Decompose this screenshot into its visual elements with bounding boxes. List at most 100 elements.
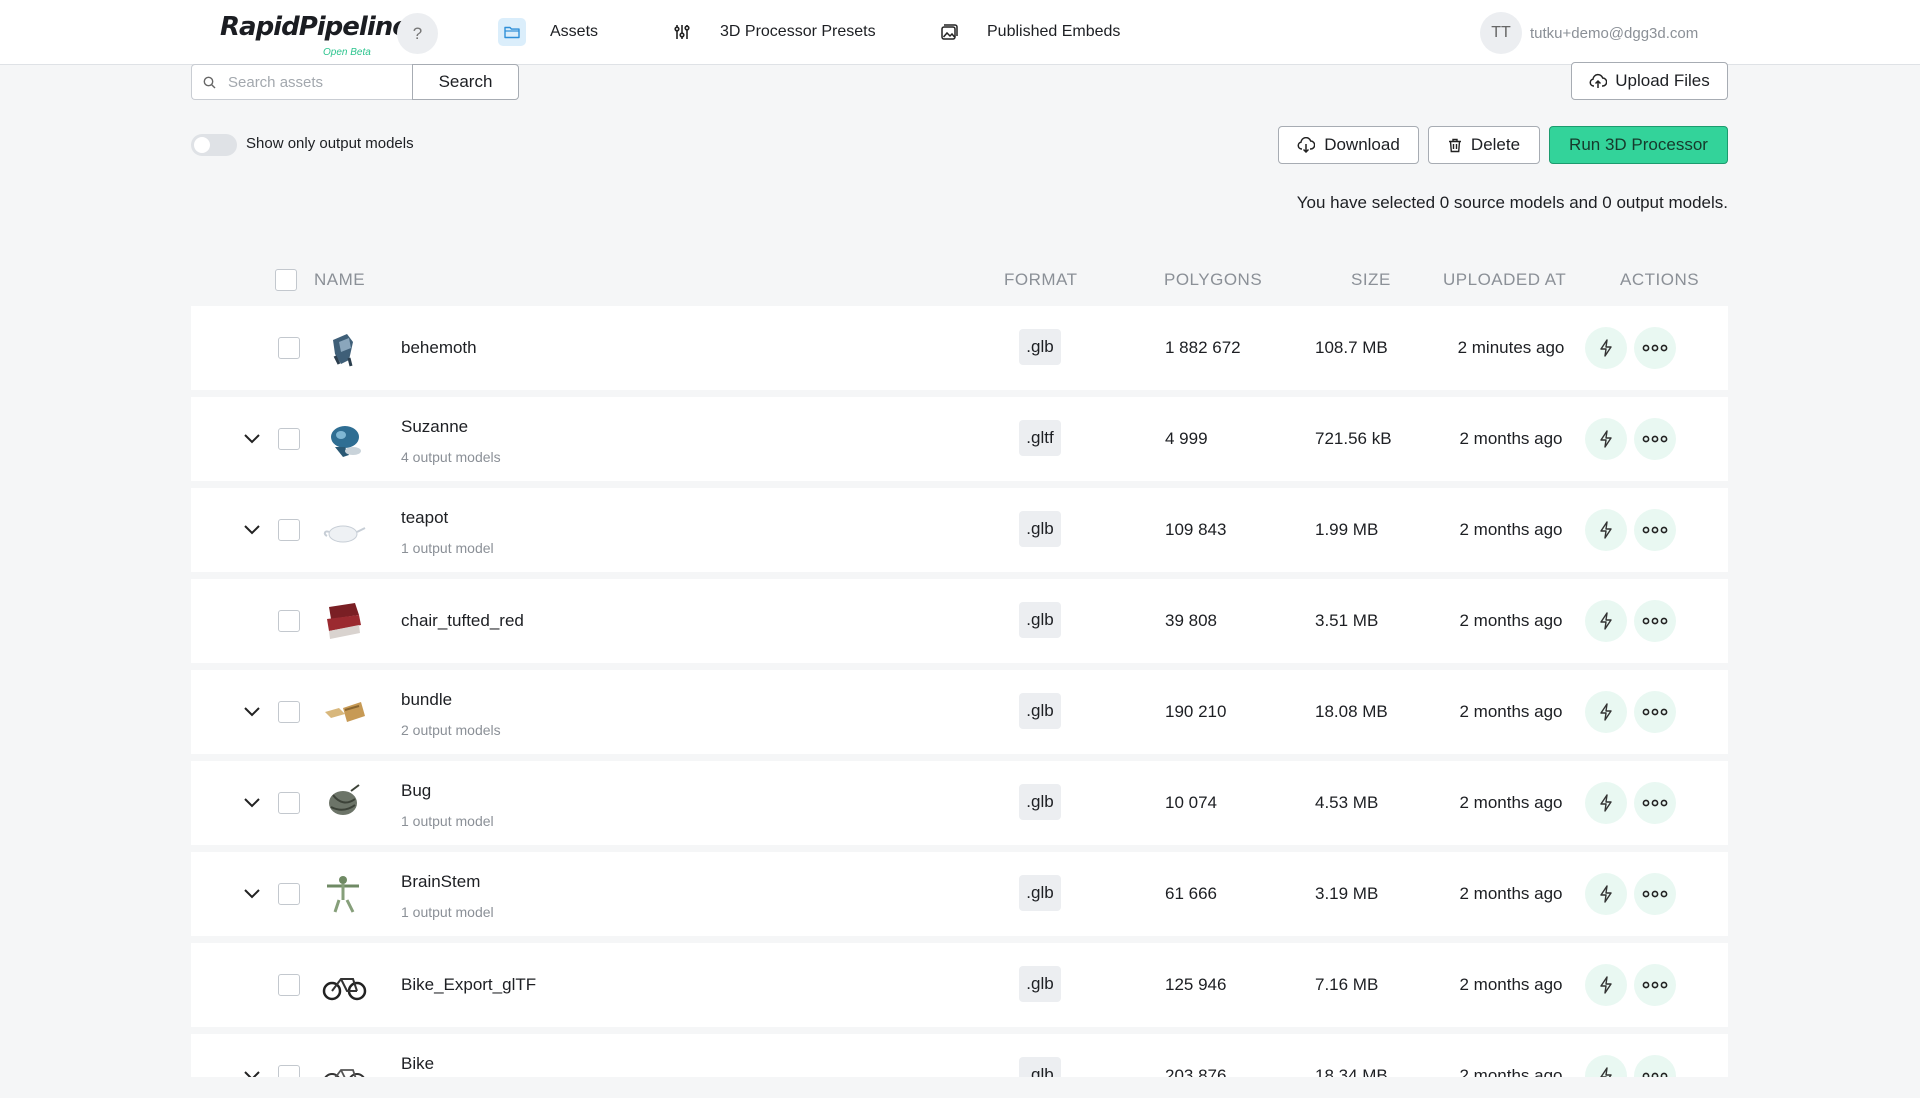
model-thumbnail [329, 784, 360, 815]
sliders-icon [668, 18, 696, 46]
row-checkbox[interactable] [278, 974, 300, 996]
search-input[interactable] [228, 73, 398, 91]
nav-3d-processor-presets[interactable]: 3D Processor Presets [668, 14, 876, 50]
asset-name[interactable]: Bike_Export_glTF [401, 975, 536, 995]
polygon-count: 4 999 [1165, 429, 1208, 448]
more-icon [1642, 708, 1668, 716]
nav-assets[interactable]: Assets [498, 14, 598, 50]
more-options-button[interactable] [1634, 964, 1676, 1006]
top-navbar: RapidPipeline Open Beta ? Assets 3D Proc… [0, 0, 1920, 65]
column-size[interactable]: SIZE [1351, 270, 1391, 290]
row-checkbox[interactable] [278, 337, 300, 359]
column-polygons[interactable]: POLYGONS [1164, 270, 1262, 290]
delete-button[interactable]: Delete [1428, 126, 1540, 164]
search-button[interactable]: Search [412, 64, 519, 100]
uploaded-at: 2 months ago [1459, 611, 1563, 630]
table-row[interactable]: Bike_Export_glTF .glb 125 946 7.16 MB 2 … [191, 943, 1728, 1027]
row-checkbox[interactable] [278, 701, 300, 723]
more-icon [1642, 435, 1668, 443]
more-options-button[interactable] [1634, 509, 1676, 551]
table-row[interactable]: behemoth .glb 1 882 672 108.7 MB 2 minut… [191, 306, 1728, 390]
format-badge: .glb [1019, 511, 1061, 547]
help-button[interactable]: ? [397, 13, 438, 54]
more-icon [1642, 1072, 1668, 1077]
chevron-down-icon[interactable] [241, 700, 263, 722]
table-row[interactable]: Suzanne 4 output models .gltf 4 999 721.… [191, 397, 1728, 481]
row-checkbox[interactable] [278, 792, 300, 814]
asset-name[interactable]: chair_tufted_red [401, 611, 524, 631]
more-options-button[interactable] [1634, 691, 1676, 733]
more-options-button[interactable] [1634, 600, 1676, 642]
avatar[interactable]: TT [1480, 12, 1522, 54]
row-checkbox[interactable] [278, 519, 300, 541]
download-button[interactable]: Download [1278, 126, 1419, 164]
polygon-count: 39 808 [1165, 611, 1217, 630]
rapidpipeline-logo[interactable]: RapidPipeline Open Beta [220, 10, 410, 60]
select-all-checkbox[interactable] [275, 269, 297, 291]
output-models-count: 1 output model [401, 540, 494, 556]
table-row[interactable]: teapot 1 output model .glb 109 843 1.99 … [191, 488, 1728, 572]
table-row[interactable]: Bike .glb 203 876 18.34 MB 2 months ago [191, 1034, 1728, 1077]
toggle-label: Show only output models [246, 135, 414, 152]
lightning-icon [1600, 703, 1612, 721]
polygon-count: 61 666 [1165, 884, 1217, 903]
chevron-down-icon[interactable] [241, 518, 263, 540]
user-menu[interactable]: TT tutku+demo@dgg3d.com [1480, 12, 1698, 54]
asset-name[interactable]: BrainStem [401, 872, 480, 892]
more-options-button[interactable] [1634, 1055, 1676, 1077]
delete-label: Delete [1470, 135, 1521, 154]
table-row[interactable]: Bug 1 output model .glb 10 074 4.53 MB 2… [191, 761, 1728, 845]
process-button[interactable] [1585, 600, 1627, 642]
chevron-down-icon[interactable] [241, 1064, 263, 1077]
chevron-down-icon[interactable] [241, 791, 263, 813]
row-checkbox[interactable] [278, 610, 300, 632]
asset-name[interactable]: behemoth [401, 338, 477, 358]
row-checkbox[interactable] [278, 1065, 300, 1077]
row-checkbox[interactable] [278, 428, 300, 450]
uploaded-at: 2 months ago [1459, 793, 1563, 812]
folder-icon [498, 18, 526, 46]
process-button[interactable] [1585, 509, 1627, 551]
more-options-button[interactable] [1634, 418, 1676, 460]
table-row[interactable]: chair_tufted_red .glb 39 808 3.51 MB 2 m… [191, 579, 1728, 663]
uploaded-at: 2 months ago [1459, 884, 1563, 903]
more-options-button[interactable] [1634, 873, 1676, 915]
file-size: 18.08 MB [1315, 702, 1388, 721]
uploaded-at: 2 months ago [1459, 975, 1563, 994]
process-button[interactable] [1585, 964, 1627, 1006]
table-row[interactable]: BrainStem 1 output model .glb 61 666 3.1… [191, 852, 1728, 936]
chevron-down-icon[interactable] [241, 427, 263, 449]
format-badge: .glb [1019, 875, 1061, 911]
more-options-button[interactable] [1634, 782, 1676, 824]
column-name[interactable]: NAME [314, 270, 365, 290]
asset-name[interactable]: Bike [401, 1054, 434, 1074]
more-options-button[interactable] [1634, 327, 1676, 369]
output-models-toggle[interactable] [191, 134, 237, 156]
nav-presets-label: 3D Processor Presets [720, 23, 876, 40]
model-thumbnail [327, 876, 359, 913]
upload-files-button[interactable]: Upload Files [1571, 62, 1728, 100]
process-button[interactable] [1585, 327, 1627, 369]
process-button[interactable] [1585, 782, 1627, 824]
lightning-icon [1600, 430, 1612, 448]
row-checkbox[interactable] [278, 883, 300, 905]
column-format[interactable]: FORMAT [1004, 270, 1078, 290]
run-3d-processor-button[interactable]: Run 3D Processor [1549, 126, 1728, 164]
process-button[interactable] [1585, 873, 1627, 915]
more-icon [1642, 344, 1668, 352]
nav-published-embeds[interactable]: Published Embeds [935, 14, 1120, 50]
asset-name[interactable]: Suzanne [401, 417, 468, 437]
uploaded-at: 2 months ago [1459, 520, 1563, 539]
asset-name[interactable]: teapot [401, 508, 448, 528]
column-uploaded-at[interactable]: UPLOADED AT [1443, 270, 1566, 290]
uploaded-at: 2 minutes ago [1457, 338, 1565, 357]
table-row[interactable]: bundle 2 output models .glb 190 210 18.0… [191, 670, 1728, 754]
process-button[interactable] [1585, 1055, 1627, 1077]
chevron-down-icon[interactable] [241, 882, 263, 904]
selection-summary: You have selected 0 source models and 0 … [1296, 193, 1728, 212]
asset-name[interactable]: Bug [401, 781, 431, 801]
format-badge: .glb [1019, 966, 1061, 1002]
process-button[interactable] [1585, 418, 1627, 460]
asset-name[interactable]: bundle [401, 690, 452, 710]
process-button[interactable] [1585, 691, 1627, 733]
